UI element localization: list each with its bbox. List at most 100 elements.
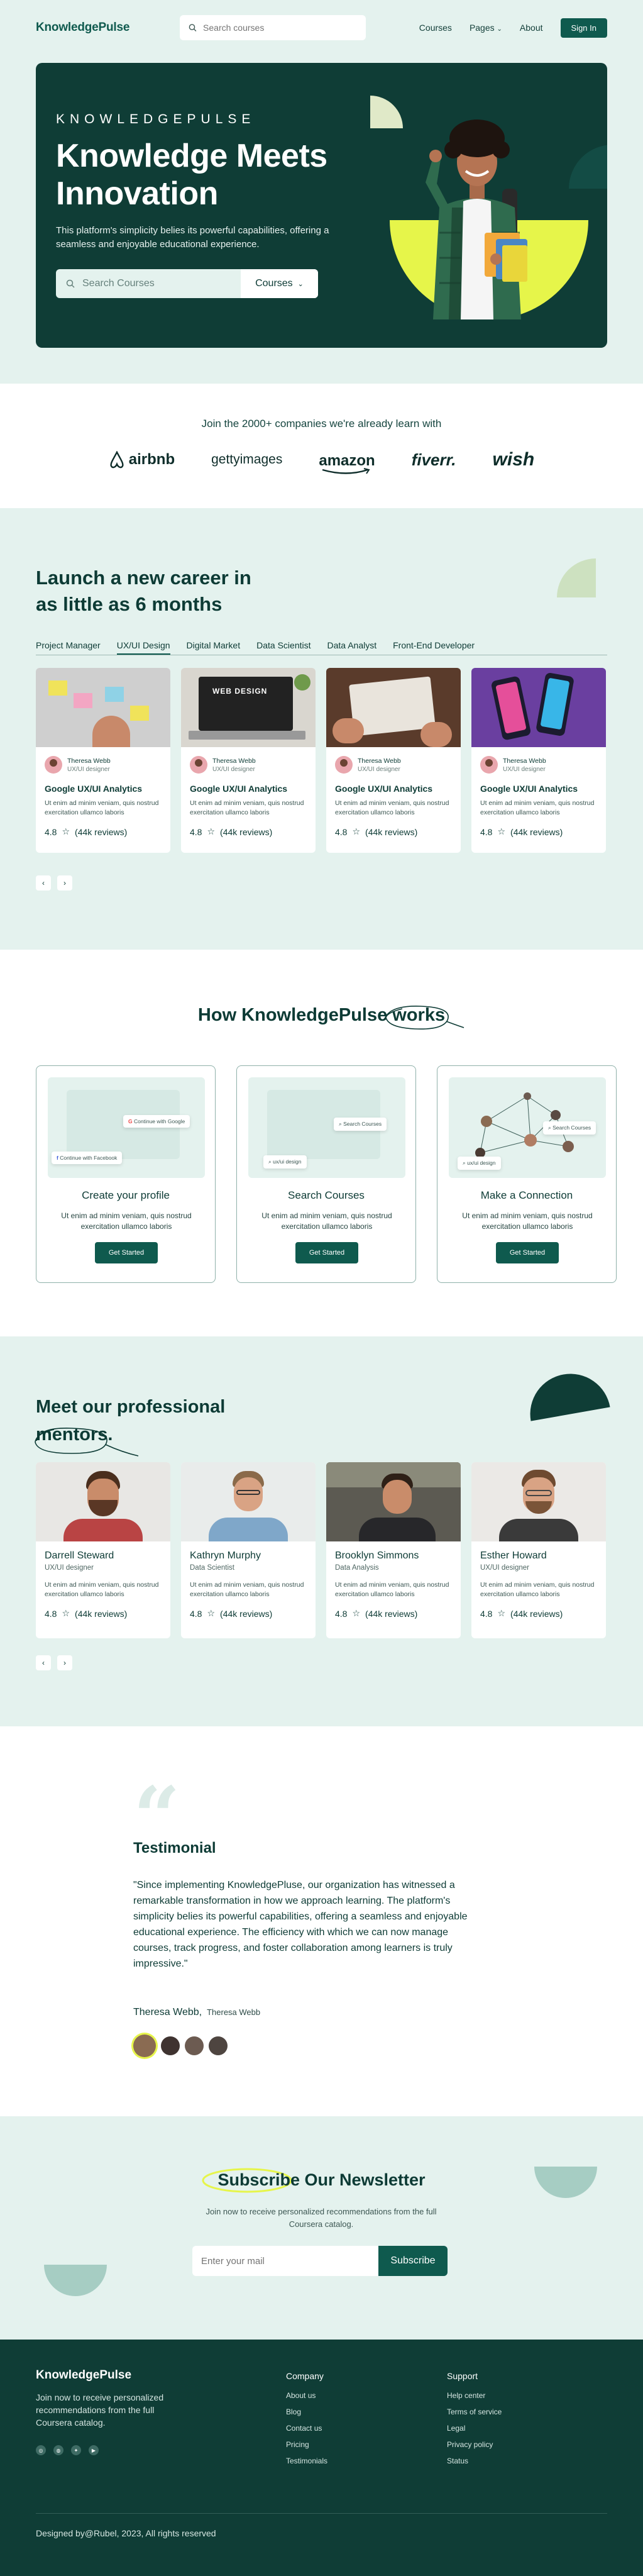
tab-data-analyst[interactable]: Data Analyst (327, 634, 377, 655)
review-count: (44k reviews) (220, 1608, 273, 1619)
get-started-button[interactable]: Get Started (295, 1242, 358, 1263)
mentor-card-body: Brooklyn Simmons Data Analysis Ut enim a… (326, 1541, 461, 1628)
youtube-icon[interactable]: ▶ (89, 2445, 99, 2455)
tab-front-end-developer[interactable]: Front-End Developer (393, 634, 475, 655)
instagram-icon[interactable]: ◎ (36, 2445, 46, 2455)
companies-section: Join the 2000+ companies we're already l… (0, 384, 643, 508)
nav-search-input[interactable] (203, 23, 358, 33)
footer-link-testimonials[interactable]: Testimonials (286, 2457, 327, 2465)
avatar[interactable] (133, 2035, 156, 2057)
avatar[interactable] (161, 2036, 180, 2055)
get-started-button[interactable]: Get Started (496, 1242, 559, 1263)
mentor-card[interactable]: Kathryn Murphy Data Scientist Ut enim ad… (181, 1462, 316, 1638)
mentor-card[interactable]: Esther Howard UX/UI designer Ut enim ad … (471, 1462, 606, 1638)
courses-dropdown[interactable]: Courses ⌄ (241, 269, 318, 298)
nav-link-about[interactable]: About (520, 23, 543, 33)
avatar (335, 756, 353, 774)
twitter-icon[interactable]: ✦ (71, 2445, 81, 2455)
brand-logo[interactable]: KnowledgePulse (36, 21, 129, 35)
student-illustration (426, 119, 527, 319)
course-author: Theresa Webb UX/UI designer (45, 756, 162, 774)
subscribe-button[interactable]: Subscribe (378, 2246, 448, 2276)
course-card[interactable]: WEB DESIGN Theresa Webb UX/UI designer G… (181, 668, 316, 853)
testimonial-heading: Testimonial (133, 1840, 216, 1857)
beard (525, 1501, 552, 1514)
author-role: UX/UI designer (503, 765, 546, 773)
get-started-button[interactable]: Get Started (95, 1242, 158, 1263)
author-info: Theresa Webb UX/UI designer (358, 757, 401, 773)
chevron-right-icon[interactable]: › (57, 1655, 72, 1670)
shirt (209, 1518, 288, 1541)
tab-project-manager[interactable]: Project Manager (36, 634, 101, 655)
course-card[interactable]: Theresa Webb UX/UI designer Google UX/UI… (36, 668, 170, 853)
companies-heading: Join the 2000+ companies we're already l… (201, 418, 442, 430)
footer-link-blog[interactable]: Blog (286, 2407, 327, 2416)
course-cards: Theresa Webb UX/UI designer Google UX/UI… (36, 668, 606, 853)
author-role: UX/UI designer (358, 765, 400, 773)
avatar[interactable] (209, 2036, 228, 2055)
mentor-name: Kathryn Murphy (190, 1550, 261, 1561)
chevron-left-icon[interactable]: ‹ (36, 875, 51, 891)
course-card[interactable]: Theresa Webb UX/UI designer Google UX/UI… (326, 668, 461, 853)
star-icon: ☆ (62, 1608, 70, 1618)
footer-link-help-center[interactable]: Help center (447, 2391, 502, 2400)
chevron-left-icon[interactable]: ‹ (36, 1655, 51, 1670)
nav-search-box[interactable] (180, 15, 366, 40)
author-name: Theresa Webb (503, 757, 546, 765)
footer-link-legal[interactable]: Legal (447, 2424, 502, 2433)
career-pager: ‹ › (36, 875, 72, 891)
review-count: (44k reviews) (510, 1608, 563, 1619)
nav-link-pages[interactable]: Pages ⌄ (470, 23, 502, 33)
tab-digital-market[interactable]: Digital Market (187, 634, 241, 655)
mentor-rating: 4.8 ☆ (44k reviews) (335, 1608, 452, 1619)
sign-in-button[interactable]: Sign In (560, 18, 607, 38)
newsletter-form: Subscribe (192, 2246, 448, 2276)
course-title: Google UX/UI Analytics (190, 784, 288, 794)
mentor-card[interactable]: Brooklyn Simmons Data Analysis Ut enim a… (326, 1462, 461, 1638)
footer-brand[interactable]: KnowledgePulse (36, 2368, 131, 2382)
tab-ux-ui-design[interactable]: UX/UI Design (116, 634, 170, 655)
avatar[interactable] (185, 2036, 204, 2055)
chevron-right-icon[interactable]: › (57, 875, 72, 891)
hand (332, 718, 364, 743)
dribbble-icon[interactable]: ◍ (53, 2445, 63, 2455)
google-icon: G (128, 1118, 133, 1124)
face (383, 1480, 412, 1514)
mentor-card[interactable]: Darrell Steward UX/UI designer Ut enim a… (36, 1462, 170, 1638)
testimonial-author-name: Theresa Webb, (133, 2007, 202, 2018)
author-info: Theresa Webb UX/UI designer (503, 757, 546, 773)
amazon-logo-text: amazon (319, 452, 375, 469)
footer-link-about-us[interactable]: About us (286, 2391, 327, 2400)
nav-link-courses[interactable]: Courses (419, 23, 452, 33)
newsletter-text: Join now to receive personalized recomme… (206, 2207, 437, 2229)
footer-link-contact-us[interactable]: Contact us (286, 2424, 327, 2433)
nav-links: Courses Pages ⌄ About (419, 23, 543, 33)
how-heading: How KnowledgePulse works (197, 1005, 446, 1025)
hero-search-placeholder: Search Courses (82, 278, 155, 289)
company-logos: airbnb gettyimages amazon fiverr. wish (0, 449, 643, 474)
star-icon: ☆ (352, 1608, 361, 1618)
social-links: ◎ ◍ ✦ ▶ (36, 2445, 99, 2455)
tab-data-scientist[interactable]: Data Scientist (256, 634, 311, 655)
footer-link-privacy-policy[interactable]: Privacy policy (447, 2440, 502, 2449)
star-icon: ☆ (207, 1608, 216, 1618)
hand (420, 722, 452, 747)
footer-link-status[interactable]: Status (447, 2457, 502, 2465)
course-rating: 4.8 ☆ (44k reviews) (480, 826, 597, 837)
footer-link-pricing[interactable]: Pricing (286, 2440, 327, 2449)
laptop-screen (199, 677, 293, 731)
course-card[interactable]: Theresa Webb UX/UI designer Google UX/UI… (471, 668, 606, 853)
mentor-role: Data Analysis (335, 1564, 379, 1572)
search-icon (66, 279, 75, 288)
email-field[interactable] (192, 2246, 378, 2276)
how-card-desc: Ut enim ad minim veniam, quis nostrud ex… (462, 1211, 593, 1231)
amazon-logo: amazon (319, 450, 375, 474)
star-icon: ☆ (62, 826, 70, 836)
footer: KnowledgePulse Join now to receive perso… (0, 2340, 643, 2576)
hero-search-field[interactable]: Search Courses (56, 278, 241, 289)
how-card-desc: Ut enim ad minim veniam, quis nostrud ex… (61, 1211, 192, 1231)
footer-link-terms-of-service[interactable]: Terms of service (447, 2407, 502, 2416)
airbnb-logo-text: airbnb (128, 451, 175, 468)
sticky-note (74, 693, 92, 708)
hero-search-bar[interactable]: Search Courses Courses ⌄ (56, 269, 318, 298)
